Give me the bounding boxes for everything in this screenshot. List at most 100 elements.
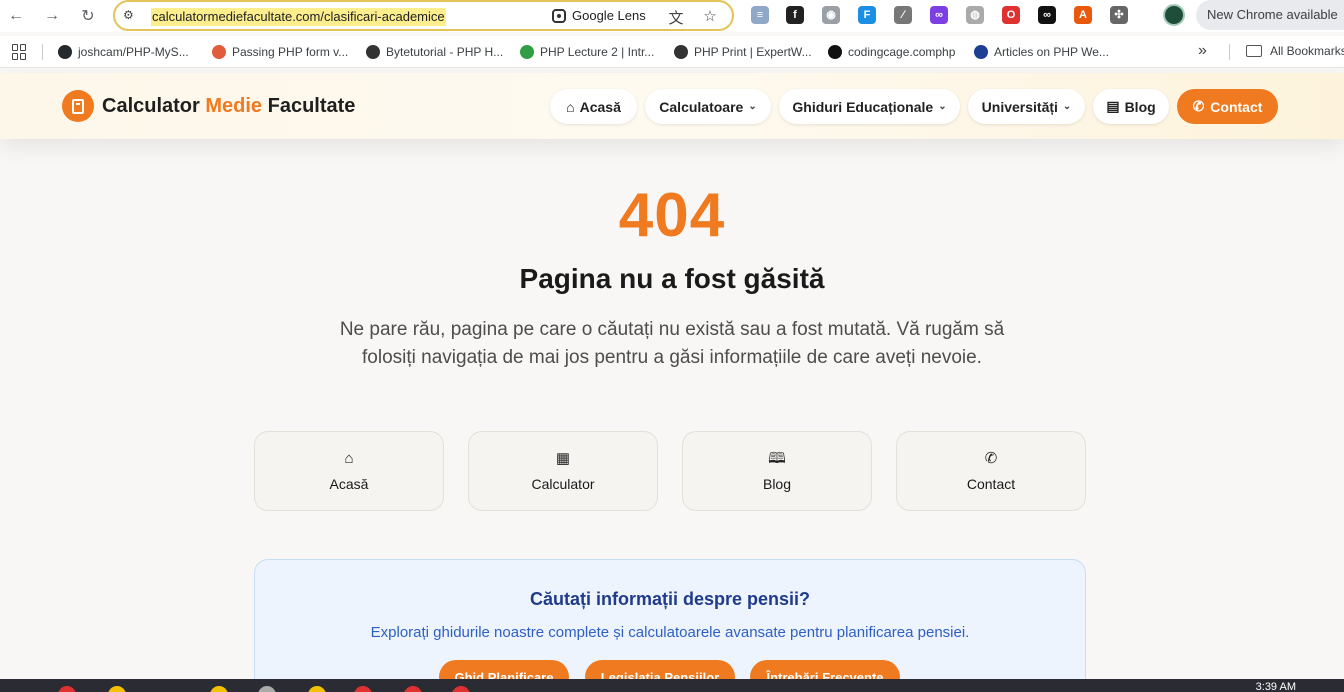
book-icon: 🕮 <box>768 449 786 467</box>
folder-icon <box>1246 45 1262 57</box>
all-bookmarks-label: All Bookmarks <box>1270 44 1344 58</box>
nav-home[interactable]: ⌂ Acasă <box>550 89 637 124</box>
pension-title: Căutați informații despre pensii? <box>529 589 811 609</box>
bookmark-label: Bytetutorial - PHP H... <box>386 45 504 59</box>
house-icon: ⌂ <box>566 98 575 115</box>
bookmark-label: joshcam/PHP-MyS... <box>78 45 189 59</box>
app-taskbar-icon[interactable] <box>404 686 422 692</box>
codingcage-favicon-icon <box>828 45 842 59</box>
extension-fi-icon[interactable]: F <box>858 6 876 24</box>
nav-blog-label: Blog <box>1124 98 1156 115</box>
back-arrow-icon[interactable]: ← <box>5 5 27 27</box>
bookmark-label: PHP Lecture 2 | Intr... <box>540 45 655 59</box>
taskbar-clock: 3:39 AM <box>1255 681 1296 692</box>
drive-favicon-icon <box>520 45 534 59</box>
bookmarks-divider <box>42 44 43 60</box>
profile-avatar[interactable] <box>1163 4 1185 26</box>
nav-guides[interactable]: Ghiduri Educaționale ⌄ <box>779 89 960 124</box>
quick-link-label: Acasă <box>329 475 369 492</box>
quick-link-calculator[interactable]: ▦ Calculator <box>468 431 658 511</box>
error-description: Ne pare rău, pagina pe care o căutați nu… <box>339 319 1005 368</box>
site-favicon-icon <box>212 45 226 59</box>
bookmark-label: codingcage.comphp <box>848 45 956 59</box>
quick-link-blog[interactable]: 🕮 Blog <box>682 431 872 511</box>
play-favicon-icon <box>974 45 988 59</box>
nav-home-label: Acasă <box>579 98 621 115</box>
address-bar[interactable]: ⚙ calculatormediefacultate.com/clasifica… <box>113 0 734 31</box>
home-icon: ⌂ <box>344 449 354 467</box>
bookmark-item[interactable]: Bytetutorial - PHP H... <box>366 44 503 60</box>
nav-universities-label: Universități <box>981 98 1058 115</box>
bookmarks-bar: joshcam/PHP-MyS... Passing PHP form v...… <box>0 36 1344 68</box>
bookmark-item[interactable]: Articles on PHP We... <box>974 44 1109 60</box>
translate-icon[interactable]: 文 <box>666 7 686 27</box>
bookmark-item[interactable]: joshcam/PHP-MyS... <box>58 44 189 60</box>
lens-label: Google Lens <box>572 8 646 23</box>
nav-blog[interactable]: ▤ Blog <box>1093 89 1169 124</box>
bookmark-star-icon[interactable]: ☆ <box>700 7 720 27</box>
nav-calculators[interactable]: Calculatoare ⌄ <box>645 89 771 124</box>
calculator-icon: ▦ <box>555 449 571 467</box>
extension-pen-icon[interactable]: ∕ <box>894 6 912 24</box>
phone-icon: ✆ <box>984 449 998 467</box>
site-logo[interactable]: Calculator Medie Facultate <box>62 90 355 122</box>
globe-favicon-icon <box>674 45 688 59</box>
browser-toolbar: ← → ↻ ⚙ calculatormediefacultate.com/cla… <box>0 0 1344 32</box>
all-bookmarks-button[interactable]: All Bookmarks <box>1246 44 1344 58</box>
bookmark-item[interactable]: Passing PHP form v... <box>212 44 348 60</box>
extension-layers-icon[interactable]: ≡ <box>751 6 769 24</box>
globe-favicon-icon <box>366 45 380 59</box>
nav-calculators-label: Calculatoare <box>659 98 744 115</box>
site-header: Calculator Medie Facultate ⌂ Acasă Calcu… <box>0 73 1344 139</box>
app-taskbar-icon[interactable] <box>258 686 276 692</box>
app-taskbar-icon[interactable] <box>210 686 228 692</box>
bookmark-item[interactable]: codingcage.comphp <box>828 44 955 60</box>
bookmarks-divider <box>1229 44 1230 60</box>
quick-link-label: Blog <box>762 475 792 492</box>
folder-taskbar-icon[interactable] <box>108 686 126 692</box>
forward-arrow-icon[interactable]: → <box>41 5 63 27</box>
calculator-logo-icon <box>62 90 94 122</box>
globe-icon[interactable]: ◍ <box>966 6 984 24</box>
app-taskbar-icon[interactable] <box>452 686 470 692</box>
nav-contact-button[interactable]: ✆ Contact <box>1177 89 1278 124</box>
chevron-down-icon: ⌄ <box>938 101 947 112</box>
pension-info-box: Căutați informații despre pensii? Explor… <box>254 559 1086 692</box>
bookmark-item[interactable]: PHP Lecture 2 | Intr... <box>520 44 654 60</box>
extension-link-icon[interactable]: ∞ <box>930 6 948 24</box>
camera-icon[interactable]: ◉ <box>822 6 840 24</box>
github-icon <box>58 45 72 59</box>
bookmark-label: PHP Print | ExpertW... <box>694 45 812 59</box>
google-lens-button[interactable]: Google Lens <box>552 8 646 23</box>
nav-universities[interactable]: Universități ⌄ <box>968 89 1085 124</box>
chrome-taskbar-icon[interactable] <box>58 686 76 692</box>
extension-font-icon[interactable]: f <box>786 6 804 24</box>
update-chrome-button[interactable]: New Chrome available <box>1196 0 1344 30</box>
quick-link-contact[interactable]: ✆ Contact <box>896 431 1086 511</box>
bookmark-label: Articles on PHP We... <box>994 45 1109 59</box>
quick-link-label: Contact <box>966 475 1016 492</box>
extensions-puzzle-icon[interactable]: ✣ <box>1110 6 1128 24</box>
apps-grid-icon[interactable] <box>12 44 28 60</box>
books-icon: ▤ <box>1106 98 1120 114</box>
more-bookmarks-chevron-icon[interactable]: » <box>1198 42 1207 60</box>
reload-icon[interactable]: ↻ <box>77 5 99 27</box>
app-taskbar-icon[interactable] <box>354 686 372 692</box>
quick-link-label: Calculator <box>531 475 595 492</box>
error-code: 404 <box>618 181 726 250</box>
extension-opera-icon[interactable]: O <box>1002 6 1020 24</box>
quick-link-home[interactable]: ⌂ Acasă <box>254 431 444 511</box>
bookmark-item[interactable]: PHP Print | ExpertW... <box>674 44 812 60</box>
url-text[interactable]: calculatormediefacultate.com/clasificari… <box>151 8 446 26</box>
chevron-down-icon: ⌄ <box>748 101 757 112</box>
app-taskbar-icon[interactable] <box>308 686 326 692</box>
lens-icon <box>552 8 566 23</box>
extension-infinity-icon[interactable]: ∞ <box>1038 6 1056 24</box>
extension-pdf-icon[interactable]: A <box>1074 6 1092 24</box>
phone-icon: ✆ <box>1192 98 1205 114</box>
logo-text: Calculator Medie Facultate <box>102 94 356 117</box>
chevron-down-icon: ⌄ <box>1062 101 1072 112</box>
nav-contact-label: Contact <box>1210 98 1263 115</box>
site-info-icon[interactable]: ⚙ <box>123 8 139 24</box>
os-taskbar: 3:39 AM <box>0 679 1344 692</box>
